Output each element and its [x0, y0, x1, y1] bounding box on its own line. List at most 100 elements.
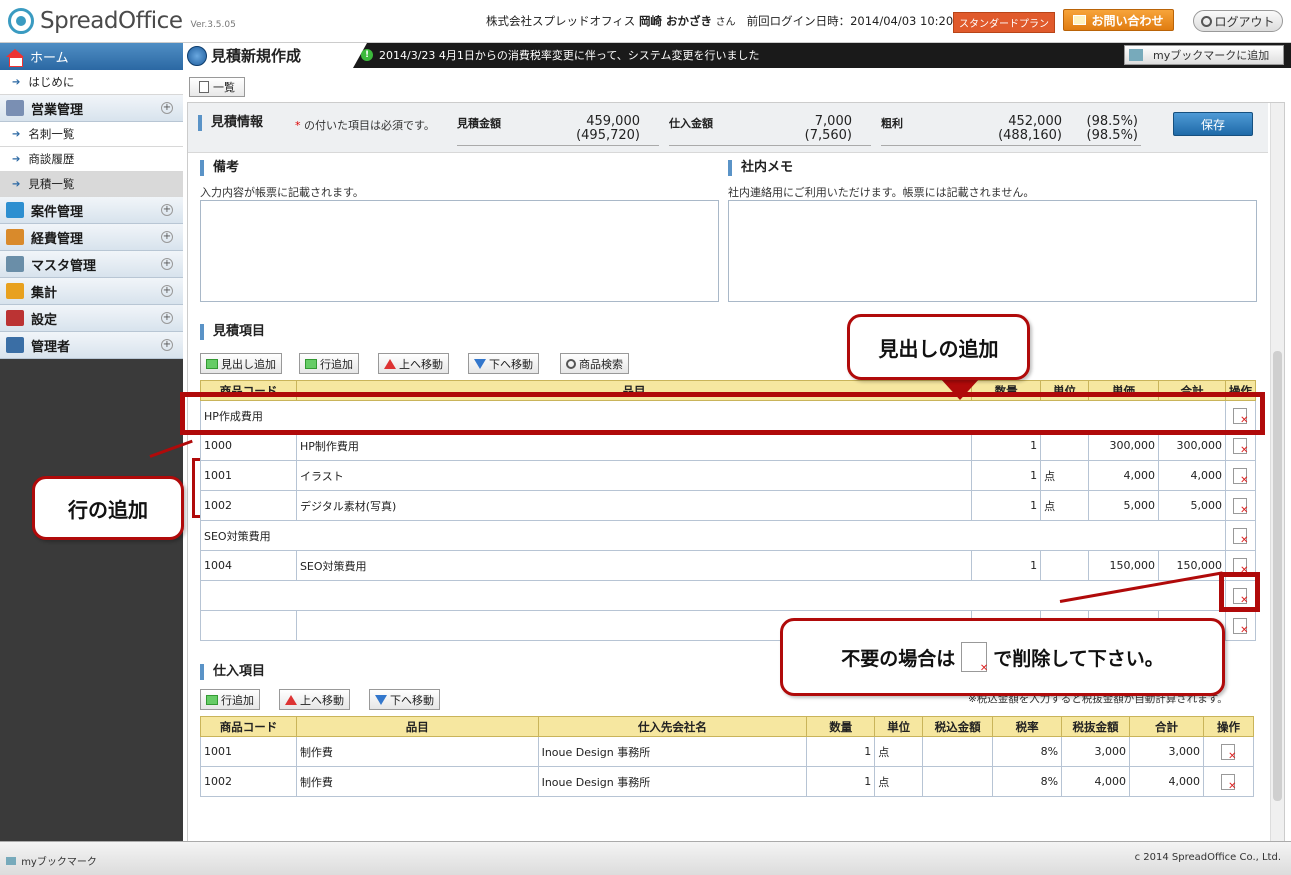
tax-incl-cell[interactable] — [922, 736, 994, 767]
purchase-add-row-button[interactable]: 行追加 — [200, 689, 260, 710]
unit-cell[interactable]: 点 — [874, 766, 924, 797]
qty-cell[interactable]: 1 — [971, 460, 1042, 491]
code-cell[interactable]: 1001 — [200, 460, 297, 491]
item-cell[interactable]: デジタル素材(写真) — [295, 490, 973, 521]
expand-icon[interactable]: + — [161, 339, 173, 351]
heading-cell[interactable]: SEO対策費用 — [200, 520, 1226, 551]
unit-cell[interactable] — [1040, 430, 1090, 461]
sidebar-subitem[interactable]: ➔ はじめに — [0, 70, 183, 95]
item-cell[interactable]: HP制作費用 — [295, 430, 973, 461]
supplier-cell[interactable]: Inoue Design 事務所 — [537, 736, 808, 767]
sidebar-item-label: 経費管理 — [31, 231, 84, 247]
sidebar-category[interactable]: 管理者 + — [0, 332, 183, 359]
delete-icon[interactable] — [1221, 743, 1236, 762]
tax-rate-cell[interactable]: 8% — [992, 766, 1063, 797]
add-row-button[interactable]: 行追加 — [299, 353, 359, 374]
item-cell[interactable]: イラスト — [295, 460, 973, 491]
add-heading-button[interactable]: 見出し追加 — [200, 353, 282, 374]
unit-cell[interactable] — [1040, 550, 1090, 581]
sidebar-item-home[interactable]: ホーム — [0, 43, 183, 70]
move-down-label: 下へ移動 — [390, 693, 434, 707]
sidebar-category[interactable]: 集計 + — [0, 278, 183, 305]
sidebar-category[interactable]: 経費管理 + — [0, 224, 183, 251]
price-cell[interactable]: 5,000 — [1088, 490, 1159, 521]
code-cell[interactable]: 1004 — [200, 550, 297, 581]
price-cell[interactable]: 4,000 — [1088, 460, 1159, 491]
expand-icon[interactable]: + — [161, 312, 173, 324]
delete-icon[interactable] — [1233, 467, 1248, 486]
delete-icon[interactable] — [1233, 527, 1248, 546]
move-down-button[interactable]: 下へ移動 — [468, 353, 539, 374]
price-cell[interactable]: 150,000 — [1088, 550, 1159, 581]
unit-cell[interactable]: 点 — [1040, 490, 1090, 521]
heading-cell[interactable] — [200, 580, 1226, 611]
purchase-move-up-button[interactable]: 上へ移動 — [279, 689, 350, 710]
code-cell[interactable]: 1001 — [200, 736, 297, 767]
delete-icon[interactable] — [1233, 497, 1248, 516]
col-header-action: 操作 — [1202, 716, 1255, 737]
expand-icon[interactable]: + — [161, 231, 173, 243]
code-cell[interactable] — [200, 610, 297, 641]
vertical-scrollbar[interactable] — [1270, 103, 1284, 841]
footer-bookmark[interactable]: myブックマーク — [6, 853, 97, 868]
unit-cell[interactable]: 点 — [1040, 460, 1090, 491]
contact-label: お問い合わせ — [1091, 13, 1164, 28]
code-cell[interactable]: 1002 — [200, 766, 297, 797]
qty-cell[interactable]: 1 — [971, 430, 1042, 461]
tax-rate-cell[interactable]: 8% — [992, 736, 1063, 767]
expand-icon[interactable]: + — [161, 258, 173, 270]
sidebar-category[interactable]: マスタ管理 + — [0, 251, 183, 278]
estimate-summary: 見積情報 * の付いた項目は必須です。 見積金額 459,000 (495,72… — [188, 103, 1268, 153]
delete-icon[interactable] — [1233, 437, 1248, 456]
delete-callout: 不要の場合は で削除して下さい。 — [780, 618, 1225, 696]
item-cell[interactable]: 制作費 — [295, 766, 539, 797]
tax-excl-cell[interactable]: 3,000 — [1061, 736, 1131, 767]
purchase-move-down-button[interactable]: 下へ移動 — [369, 689, 440, 710]
contact-button[interactable]: お問い合わせ — [1063, 9, 1174, 31]
add-bookmark-button[interactable]: myブックマークに追加 — [1124, 45, 1284, 65]
purchase-items-body: 1001制作費Inoue Design 事務所1点8%3,0003,000100… — [200, 736, 1255, 797]
delete-icon[interactable] — [1233, 617, 1248, 636]
sidebar-subitem[interactable]: ➔ 名刺一覧 — [0, 122, 183, 147]
list-button[interactable]: 一覧 — [189, 77, 245, 97]
logout-button[interactable]: ログアウト — [1193, 10, 1283, 32]
main-area: 見積新規作成 ! 2014/3/23 4月1日からの消費税率変更に伴って、システ… — [183, 43, 1291, 841]
qty-cell[interactable]: 1 — [806, 736, 876, 767]
sidebar-category[interactable]: 設定 + — [0, 305, 183, 332]
qty-cell[interactable]: 1 — [971, 550, 1042, 581]
scrollbar-thumb[interactable] — [1273, 351, 1282, 801]
expand-icon[interactable]: + — [161, 204, 173, 216]
code-cell[interactable]: 1002 — [200, 490, 297, 521]
heading-add-callout: 見出しの追加 — [847, 314, 1030, 380]
tax-incl-cell[interactable] — [922, 766, 994, 797]
sidebar-category[interactable]: 案件管理 + — [0, 197, 183, 224]
logo[interactable]: SpreadOffice Ver.3.5.05 — [8, 7, 236, 35]
product-search-button[interactable]: 商品検索 — [560, 353, 629, 374]
required-mark: * — [295, 119, 301, 132]
sidebar-subitem[interactable]: ➔ 商談履歴 — [0, 147, 183, 172]
sidebar-category[interactable]: 営業管理 + — [0, 95, 183, 122]
unit-cell[interactable]: 点 — [874, 736, 924, 767]
price-cell[interactable]: 300,000 — [1088, 430, 1159, 461]
item-cell[interactable]: SEO対策費用 — [295, 550, 973, 581]
move-up-button[interactable]: 上へ移動 — [378, 353, 449, 374]
expand-icon[interactable]: + — [161, 285, 173, 297]
tax-excl-cell[interactable]: 4,000 — [1061, 766, 1131, 797]
item-cell[interactable]: 制作費 — [295, 736, 539, 767]
sidebar-subitem[interactable]: ➔ 見積一覧 — [0, 172, 183, 197]
save-button[interactable]: 保存 — [1173, 112, 1253, 136]
heading-callout-pointer — [940, 378, 980, 400]
expand-icon[interactable]: + — [161, 102, 173, 114]
bookmark-add-icon — [1129, 49, 1143, 61]
notice-bar[interactable]: ! 2014/3/23 4月1日からの消費税率変更に伴って、システム変更を行いま… — [361, 47, 759, 63]
code-cell[interactable]: 1000 — [200, 430, 297, 461]
delete-icon[interactable] — [1221, 773, 1236, 792]
category-icon — [6, 283, 24, 299]
supplier-cell[interactable]: Inoue Design 事務所 — [537, 766, 808, 797]
qty-cell[interactable]: 1 — [971, 490, 1042, 521]
qty-cell[interactable]: 1 — [806, 766, 876, 797]
memo-textarea[interactable] — [728, 200, 1257, 302]
category-icon — [6, 229, 24, 245]
delete-icon — [961, 642, 988, 674]
remarks-textarea[interactable] — [200, 200, 719, 302]
